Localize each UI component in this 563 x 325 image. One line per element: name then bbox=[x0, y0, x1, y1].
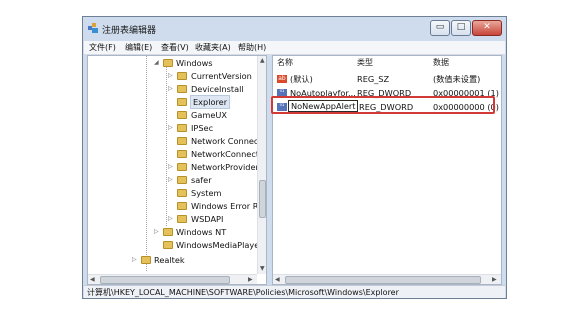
folder-icon bbox=[177, 98, 187, 106]
string-value-icon: ab bbox=[277, 75, 287, 83]
window-title: 注册表编辑器 bbox=[102, 26, 157, 36]
tree-item-label: DeviceInstall bbox=[191, 84, 244, 94]
tree-scroll-thumb[interactable] bbox=[259, 180, 266, 218]
tree-item-label: Windows NT bbox=[176, 227, 227, 237]
folder-icon bbox=[177, 137, 187, 145]
menu-file[interactable]: 文件(F) bbox=[89, 42, 116, 53]
folder-icon bbox=[177, 202, 187, 210]
tree-item-label: WindowsMediaPlaye bbox=[176, 240, 260, 250]
tree-hscroll-thumb[interactable] bbox=[100, 276, 230, 284]
scroll-left-icon[interactable]: ◀ bbox=[90, 276, 95, 283]
value-type: REG_SZ bbox=[357, 74, 390, 84]
maximize-icon: □ bbox=[456, 22, 466, 32]
folder-icon bbox=[177, 111, 187, 119]
menu-view[interactable]: 查看(V) bbox=[161, 42, 189, 53]
regedit-app-icon bbox=[88, 23, 98, 33]
registry-editor-window: 注册表编辑器 ▭ □ ✕ 文件(F) 编辑(E) 查看(V) 收藏夹(A) 帮助… bbox=[82, 16, 507, 299]
maximize-button[interactable]: □ bbox=[451, 20, 471, 36]
folder-icon bbox=[177, 176, 187, 184]
minimize-icon: ▭ bbox=[435, 22, 445, 32]
values-pane[interactable]: 名称 类型 数据 ab (默认) REG_SZ (数值未设置) ⁰¹ NoAut… bbox=[272, 55, 502, 285]
expand-arrow-icon[interactable]: ▷ bbox=[154, 226, 161, 238]
tree-item-label-selected: Explorer bbox=[190, 95, 231, 109]
tree-item-label: NetworkProvider bbox=[191, 162, 259, 172]
folder-icon bbox=[141, 256, 151, 264]
annotation-highlight-box bbox=[271, 96, 495, 114]
folder-icon bbox=[163, 228, 173, 236]
folder-icon bbox=[163, 59, 173, 67]
folder-icon bbox=[177, 72, 187, 80]
tree-item-label: IPSec bbox=[191, 123, 214, 133]
tree-item-label: NetworkConnectiv bbox=[191, 149, 267, 159]
tree-item-label: safer bbox=[191, 175, 212, 185]
value-data: (数值未设置) bbox=[433, 74, 481, 84]
column-header-type[interactable]: 类型 bbox=[357, 56, 373, 70]
tree-horizontal-scrollbar[interactable]: ◀ ▶ bbox=[88, 274, 257, 284]
scroll-left-icon[interactable]: ◀ bbox=[275, 276, 280, 283]
collapse-arrow-icon[interactable]: ◢ bbox=[154, 57, 161, 69]
expand-arrow-icon[interactable]: ▷ bbox=[168, 161, 175, 173]
folder-icon bbox=[177, 85, 187, 93]
tree-item-label: WSDAPI bbox=[191, 214, 224, 224]
expand-arrow-icon[interactable]: ▷ bbox=[168, 83, 175, 95]
scroll-right-icon[interactable]: ▶ bbox=[248, 276, 253, 283]
value-name: (默认) bbox=[290, 74, 313, 84]
folder-icon bbox=[177, 124, 187, 132]
expand-arrow-icon[interactable]: ▷ bbox=[168, 122, 175, 134]
folder-icon bbox=[163, 241, 173, 249]
values-horizontal-scrollbar[interactable]: ◀ ▶ bbox=[273, 274, 501, 284]
folder-icon bbox=[177, 163, 187, 171]
tree-item-label: Windows Error Re bbox=[191, 201, 264, 211]
expand-arrow-icon[interactable]: ▷ bbox=[168, 174, 175, 186]
tree-item-label: Windows bbox=[176, 58, 213, 68]
tree-guide-line bbox=[166, 66, 167, 226]
tree-item-label: System bbox=[191, 188, 222, 198]
tree-item-label: CurrentVersion bbox=[191, 71, 252, 81]
scroll-right-icon[interactable]: ▶ bbox=[492, 276, 497, 283]
scroll-down-icon[interactable]: ▼ bbox=[260, 265, 265, 272]
menu-favorites[interactable]: 收藏夹(A) bbox=[195, 42, 231, 53]
column-header-data[interactable]: 数据 bbox=[433, 56, 449, 70]
tree-item-label: Network Connect bbox=[191, 136, 262, 146]
menu-help[interactable]: 帮助(H) bbox=[238, 42, 266, 53]
expand-arrow-icon[interactable]: ▷ bbox=[168, 70, 175, 82]
expand-arrow-icon[interactable]: ▷ bbox=[132, 254, 139, 266]
menu-bar: 文件(F) 编辑(E) 查看(V) 收藏夹(A) 帮助(H) bbox=[84, 41, 505, 55]
close-button[interactable]: ✕ bbox=[472, 20, 502, 36]
folder-icon bbox=[177, 189, 187, 197]
tree-item-label: GameUX bbox=[191, 110, 227, 120]
menu-edit[interactable]: 编辑(E) bbox=[125, 42, 152, 53]
folder-icon bbox=[177, 150, 187, 158]
expand-arrow-icon[interactable]: ▷ bbox=[168, 213, 175, 225]
value-row[interactable]: ab (默认) REG_SZ (数值未设置) bbox=[277, 73, 501, 86]
folder-icon bbox=[177, 215, 187, 223]
tree-vertical-scrollbar[interactable]: ▲ ▼ bbox=[257, 56, 266, 274]
status-bar-path: 计算机\HKEY_LOCAL_MACHINE\SOFTWARE\Policies… bbox=[84, 285, 505, 298]
tree-item-label: Realtek bbox=[154, 255, 185, 265]
title-bar[interactable]: 注册表编辑器 ▭ □ ✕ bbox=[83, 17, 506, 41]
column-header-name[interactable]: 名称 bbox=[277, 56, 293, 70]
scroll-up-icon[interactable]: ▲ bbox=[260, 57, 265, 64]
tree-guide-line bbox=[146, 56, 147, 271]
minimize-button[interactable]: ▭ bbox=[430, 20, 450, 36]
values-hscroll-thumb[interactable] bbox=[285, 276, 481, 284]
close-icon: ✕ bbox=[483, 22, 491, 32]
key-tree-pane[interactable]: ◢ Windows ▷ CurrentVersion ▷ DeviceInsta… bbox=[87, 55, 267, 285]
